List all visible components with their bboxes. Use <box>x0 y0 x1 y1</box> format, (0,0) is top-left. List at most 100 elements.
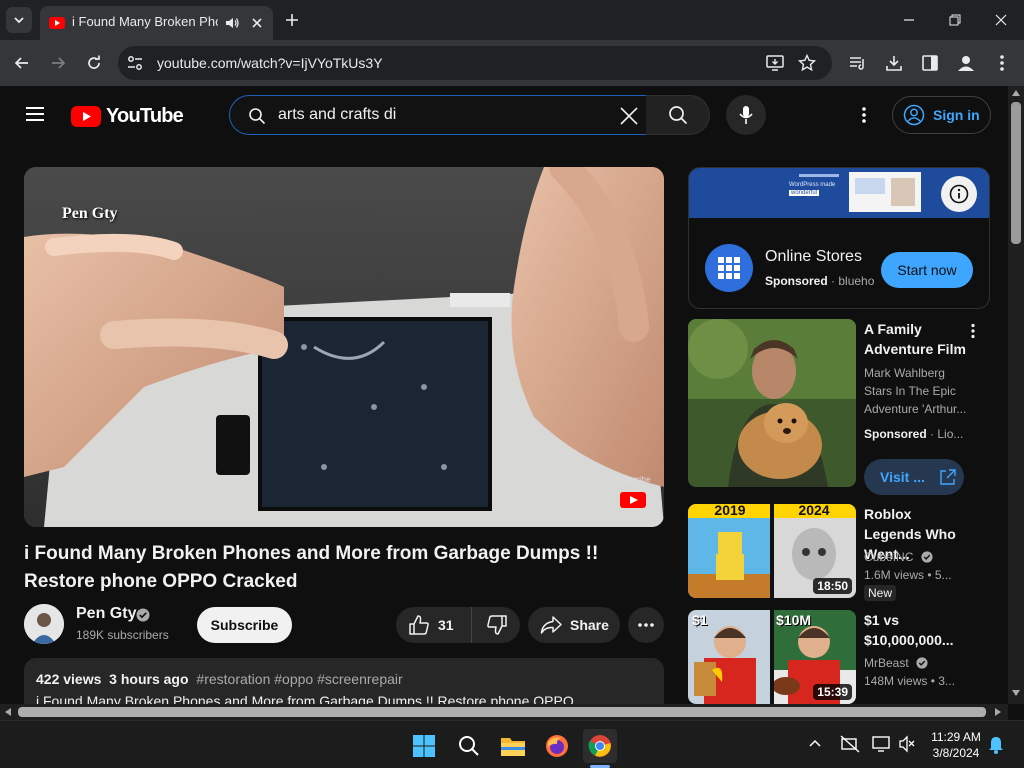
like-dislike-group: 31 <box>396 607 520 643</box>
microphone-icon <box>739 106 753 124</box>
video-owner-row: Pen Gty 189K subscribers Subscribe 31 Sh… <box>24 603 664 647</box>
side-panel-icon[interactable] <box>918 51 942 75</box>
tab-close-icon[interactable] <box>248 14 266 32</box>
channel-name[interactable]: Pen Gty <box>76 605 136 623</box>
channel-avatar[interactable] <box>24 604 64 644</box>
youtube-logo[interactable]: YouTube <box>71 105 184 128</box>
media-queue-icon[interactable] <box>846 51 870 75</box>
search-icon <box>248 107 266 125</box>
recommendation-item[interactable]: 2019 2024 18:50 Roblox Legends Who Went.… <box>688 504 990 601</box>
video-thumbnail[interactable]: $1 $10M 15:39 <box>688 610 856 704</box>
recommendation-title[interactable]: $1 vs $10,000,000... <box>864 610 970 650</box>
clock-date[interactable]: 3/8/2024 <box>928 746 984 760</box>
restore-icon[interactable] <box>932 0 978 40</box>
sponsored-ad-card[interactable]: WordPress made wonderful Online Stores S… <box>688 167 990 309</box>
vertical-scroll-thumb[interactable] <box>1011 102 1021 244</box>
ad-info-icon[interactable] <box>941 176 977 212</box>
horizontal-scroll-thumb[interactable] <box>18 707 986 717</box>
settings-more-icon[interactable] <box>854 105 874 125</box>
windows-start-icon[interactable] <box>407 729 441 763</box>
video-thumbnail[interactable]: 2019 2024 18:50 <box>688 504 856 598</box>
horizontal-scrollbar[interactable] <box>0 704 1008 720</box>
recommendation-title[interactable]: A Family Adventure Film <box>864 319 970 359</box>
dislike-button[interactable] <box>473 607 520 643</box>
video-watermark: Pen Gty <box>62 205 118 222</box>
like-button[interactable]: 31 <box>396 607 472 643</box>
advertiser-name: blueho <box>838 274 875 288</box>
tab-title: i Found Many Broken Phones <box>72 14 218 29</box>
recommendation-sponsored-line: Sponsored · Lio... <box>864 427 964 441</box>
youtube-page: YouTube arts and crafts di Sign in Pen G… <box>0 86 1008 704</box>
site-info-tune-icon[interactable] <box>126 54 144 72</box>
display-icon[interactable] <box>872 735 890 753</box>
vertical-scrollbar[interactable] <box>1008 86 1024 704</box>
minimize-icon[interactable] <box>886 0 932 40</box>
browser-tab-bar: i Found Many Broken Phones <box>0 0 1024 40</box>
hashtags[interactable]: #restoration #oppo #screenrepair <box>196 671 402 687</box>
windows-taskbar: 11:29 AM 3/8/2024 <box>0 720 1024 768</box>
verified-check-icon <box>136 608 150 622</box>
clear-search-icon[interactable] <box>618 105 640 127</box>
recommendation-channel[interactable]: CubeINC <box>864 550 933 564</box>
recommendation-meta: 148M views • 3... <box>864 674 955 688</box>
more-actions-icon[interactable] <box>628 607 664 643</box>
recommendation-channel[interactable]: MrBeast <box>864 656 928 670</box>
description-box[interactable]: 422 views 3 hours ago #restoration #oppo… <box>24 658 664 704</box>
browser-toolbar: youtube.com/watch?v=IjVYoTkUs3Y <box>0 40 1024 86</box>
upload-age: 3 hours ago <box>109 671 189 687</box>
back-arrow-icon[interactable] <box>10 51 34 75</box>
search-button[interactable] <box>646 95 710 135</box>
video-duration: 15:39 <box>813 684 852 700</box>
visit-site-button[interactable]: Visit ... <box>864 459 964 495</box>
sign-in-button[interactable]: Sign in <box>892 96 991 134</box>
share-button[interactable]: Share <box>528 607 620 643</box>
close-window-icon[interactable] <box>978 0 1024 40</box>
verified-check-icon <box>921 551 933 563</box>
address-bar[interactable]: youtube.com/watch?v=IjVYoTkUs3Y <box>118 46 832 80</box>
show-hidden-icons-chevron-icon[interactable] <box>808 737 822 751</box>
url-text[interactable]: youtube.com/watch?v=IjVYoTkUs3Y <box>157 55 383 71</box>
network-disconnected-icon[interactable] <box>840 735 860 753</box>
recommendation-item[interactable]: A Family Adventure Film Mark Wahlberg St… <box>688 319 990 495</box>
ad-sponsored-line: Sponsored · blueho <box>765 274 875 288</box>
tab-search-button[interactable] <box>6 7 32 33</box>
bookmark-star-icon[interactable] <box>798 54 816 72</box>
clock-time[interactable]: 11:29 AM <box>928 730 984 744</box>
volume-muted-icon[interactable] <box>898 735 916 753</box>
visit-label: Visit ... <box>880 469 925 485</box>
share-label: Share <box>570 617 609 633</box>
verified-check-icon <box>916 657 928 669</box>
ad-banner[interactable]: WordPress made wonderful <box>689 168 989 218</box>
download-icon[interactable] <box>882 51 906 75</box>
chrome-icon[interactable] <box>583 729 617 763</box>
profile-icon[interactable] <box>954 51 978 75</box>
youtube-favicon-icon <box>49 15 65 31</box>
thumbs-down-icon <box>486 615 507 635</box>
scroll-down-arrow-icon <box>1012 690 1020 696</box>
file-explorer-icon[interactable] <box>496 729 530 763</box>
search-input[interactable]: arts and crafts di <box>278 106 396 124</box>
like-count: 31 <box>438 617 454 633</box>
forward-arrow-icon[interactable] <box>46 51 70 75</box>
description-text: i Found Many Broken Phones and More from… <box>36 693 574 704</box>
new-badge: New <box>864 585 897 601</box>
browser-menu-icon[interactable] <box>990 51 1014 75</box>
subscribe-button[interactable]: Subscribe <box>197 607 292 643</box>
taskbar-search-icon[interactable] <box>452 729 486 763</box>
item-menu-icon[interactable] <box>970 323 976 339</box>
speaker-icon[interactable] <box>224 15 240 31</box>
video-thumbnail[interactable] <box>688 319 856 487</box>
new-tab-plus-icon[interactable] <box>282 10 302 30</box>
video-duration: 18:50 <box>813 578 852 594</box>
firefox-icon[interactable] <box>540 729 574 763</box>
video-player[interactable]: Pen Gty Subscribe <box>24 167 664 527</box>
hamburger-menu-icon[interactable] <box>24 105 46 123</box>
recommendation-item[interactable]: $1 $10M 15:39 $1 vs $10,000,000... MrBea… <box>688 610 990 704</box>
reload-icon[interactable] <box>82 51 106 75</box>
voice-search-button[interactable] <box>726 95 766 135</box>
install-app-icon[interactable] <box>766 54 784 72</box>
ad-start-now-button[interactable]: Start now <box>881 252 973 288</box>
notification-bell-icon[interactable] <box>988 736 1004 754</box>
browser-tab-active[interactable]: i Found Many Broken Phones <box>40 6 273 40</box>
search-box[interactable]: arts and crafts di <box>229 95 647 135</box>
